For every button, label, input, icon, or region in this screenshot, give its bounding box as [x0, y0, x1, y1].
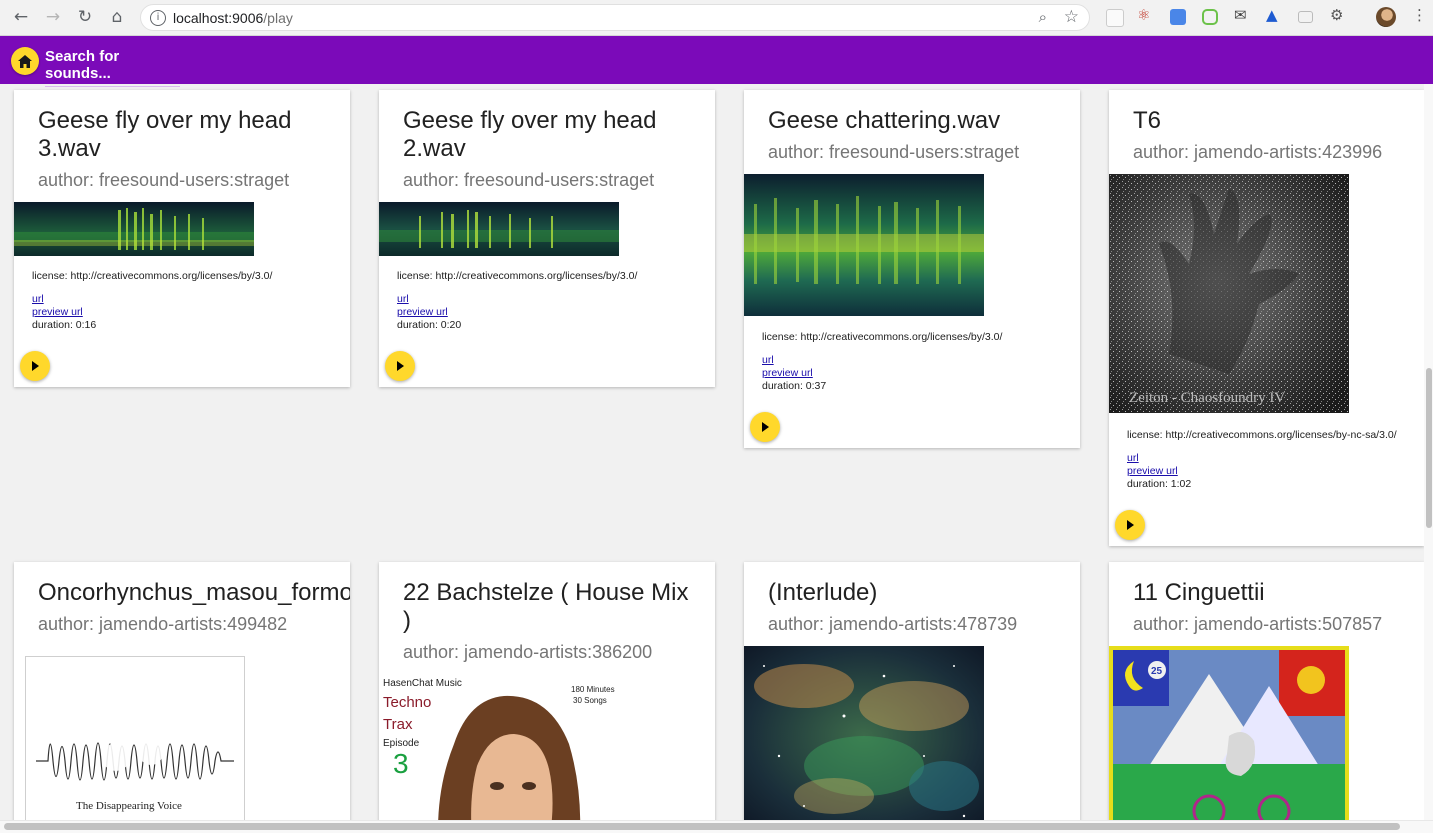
- sound-title: 22 Bachstelze ( House Mix ): [403, 579, 696, 634]
- cover-line2: Trax: [383, 716, 413, 733]
- url-link[interactable]: url: [1127, 452, 1397, 465]
- sound-meta: license: http://creativecommons.org/lice…: [762, 331, 1002, 393]
- sound-author: author: jamendo-artists:478739: [768, 614, 1018, 634]
- sound-author: author: jamendo-artists:386200: [403, 642, 653, 662]
- sound-author: author: jamendo-artists:499482: [38, 614, 288, 634]
- translate-icon[interactable]: [1170, 9, 1186, 25]
- cover-text: 25: [1151, 666, 1163, 677]
- duration-text: duration: 0:16: [32, 319, 97, 331]
- sound-card: Geese chattering.wav author: freesound-u…: [744, 90, 1080, 448]
- album-cover-image: [744, 646, 984, 820]
- sound-card: Oncorhynchus_masou_formosanus author: ja…: [14, 562, 350, 820]
- sound-title: (Interlude): [768, 579, 878, 606]
- sound-meta: license: http://creativecommons.org/lice…: [397, 270, 637, 332]
- sound-meta: license: http://creativecommons.org/lice…: [1127, 429, 1397, 491]
- app-bar: Search for sounds...: [0, 36, 1433, 87]
- profile-avatar[interactable]: [1376, 7, 1396, 27]
- cover-brand: HasenChat Music: [383, 678, 462, 689]
- cover-minutes: 180 Minutes: [571, 685, 615, 694]
- license-text: license: http://creativecommons.org/lice…: [32, 270, 273, 282]
- cover-episode-number: 3: [393, 748, 409, 779]
- sound-card: Geese fly over my head 2.wav author: fre…: [379, 90, 715, 387]
- preview-url-link[interactable]: preview url: [762, 367, 1002, 380]
- cover-text: Zeiton - Chaosfoundry IV: [1129, 390, 1285, 406]
- sound-author: author: jamendo-artists:423996: [1133, 142, 1383, 162]
- home-button[interactable]: [11, 47, 39, 75]
- album-cover-image: 25: [1109, 646, 1349, 820]
- spectrogram-image: [744, 174, 984, 316]
- play-button[interactable]: [385, 351, 415, 381]
- play-button[interactable]: [20, 351, 50, 381]
- vertical-scrollbar-thumb[interactable]: [1426, 368, 1432, 528]
- license-text: license: http://creativecommons.org/lice…: [397, 270, 638, 282]
- sound-grid: Geese fly over my head 3.wav author: fre…: [0, 84, 1424, 820]
- forward-icon[interactable]: →: [42, 6, 64, 28]
- extension-grid-icon[interactable]: [1106, 9, 1124, 27]
- cover-line1: Techno: [383, 694, 432, 711]
- sound-title: 11 Cinguettii: [1133, 579, 1265, 606]
- mail-icon[interactable]: ✉: [1234, 6, 1247, 24]
- play-button[interactable]: [1115, 510, 1145, 540]
- sound-title: Oncorhynchus_masou_formosanus: [38, 579, 350, 606]
- cover-songs: 30 Songs: [573, 696, 607, 705]
- menu-kebab-icon[interactable]: ⋮: [1412, 6, 1427, 24]
- extension-atom-icon[interactable]: ⚛: [1137, 6, 1150, 24]
- duration-text: duration: 0:37: [762, 380, 827, 392]
- sound-card: 22 Bachstelze ( House Mix ) author: jame…: [379, 562, 715, 820]
- sound-card: 11 Cinguettii author: jamendo-artists:50…: [1109, 562, 1424, 820]
- duration-text: duration: 1:02: [1127, 478, 1192, 490]
- sound-author: author: freesound-users:straget: [403, 170, 655, 190]
- sound-author: author: freesound-users:straget: [768, 142, 1020, 162]
- album-cover-image: The Disappearing Voice: [25, 656, 245, 820]
- back-icon[interactable]: ←: [10, 6, 32, 28]
- sound-author: author: jamendo-artists:507857: [1133, 614, 1383, 634]
- sound-meta: license: http://creativecommons.org/lice…: [32, 270, 272, 332]
- address-url[interactable]: localhost:9006/play: [173, 10, 293, 26]
- license-text: license: http://creativecommons.org/lice…: [1127, 429, 1397, 441]
- url-link[interactable]: url: [762, 354, 1002, 367]
- url-link[interactable]: url: [397, 293, 637, 306]
- cast-icon[interactable]: [1298, 11, 1313, 23]
- search-input[interactable]: Search for sounds...: [45, 48, 180, 87]
- cover-text: The Disappearing Voice: [76, 800, 182, 812]
- preview-url-link[interactable]: preview url: [1127, 465, 1397, 478]
- url-link[interactable]: url: [32, 293, 272, 306]
- sound-card: T6 author: jamendo-artists:423996 Zeiton…: [1109, 90, 1424, 546]
- duration-text: duration: 0:20: [397, 319, 462, 331]
- sound-title: T6: [1133, 107, 1162, 134]
- sound-author: author: freesound-users:straget: [38, 170, 290, 190]
- sound-title: Geese fly over my head 3.wav: [38, 107, 299, 162]
- spectrogram-image: [379, 202, 619, 256]
- zoom-icon[interactable]: ⌕: [1039, 8, 1047, 26]
- settings-gear-icon[interactable]: ⚙: [1330, 6, 1343, 24]
- home-icon: [18, 54, 32, 68]
- play-button[interactable]: [750, 412, 780, 442]
- sound-title: Geese fly over my head 2.wav: [403, 107, 664, 162]
- preview-url-link[interactable]: preview url: [32, 306, 272, 319]
- browser-toolbar: ← → ↻ ⌂ i localhost:9006/play ⌕ ☆ ⚛ ✉ ▲ …: [0, 0, 1433, 36]
- home-icon[interactable]: ⌂: [106, 6, 128, 28]
- album-cover-image: HasenChat Music Techno Trax Episode 3 18…: [379, 674, 619, 820]
- sound-card: Geese fly over my head 3.wav author: fre…: [14, 90, 350, 387]
- horizontal-scrollbar-thumb[interactable]: [4, 823, 1400, 830]
- spectrogram-image: [14, 202, 254, 256]
- license-text: license: http://creativecommons.org/lice…: [762, 331, 1003, 343]
- sound-title: Geese chattering.wav: [768, 107, 1001, 134]
- extension-node-icon[interactable]: [1202, 9, 1218, 25]
- site-info-icon[interactable]: i: [150, 10, 166, 26]
- reload-icon[interactable]: ↻: [74, 6, 96, 28]
- extension-cap-icon[interactable]: ▲: [1266, 6, 1278, 24]
- album-cover-image: Zeiton - Chaosfoundry IV: [1109, 174, 1349, 413]
- address-bar[interactable]: i localhost:9006/play ⌕ ☆: [140, 4, 1090, 31]
- preview-url-link[interactable]: preview url: [397, 306, 637, 319]
- sound-card: (Interlude) author: jamendo-artists:4787…: [744, 562, 1080, 820]
- bookmark-star-icon[interactable]: ☆: [1064, 7, 1079, 27]
